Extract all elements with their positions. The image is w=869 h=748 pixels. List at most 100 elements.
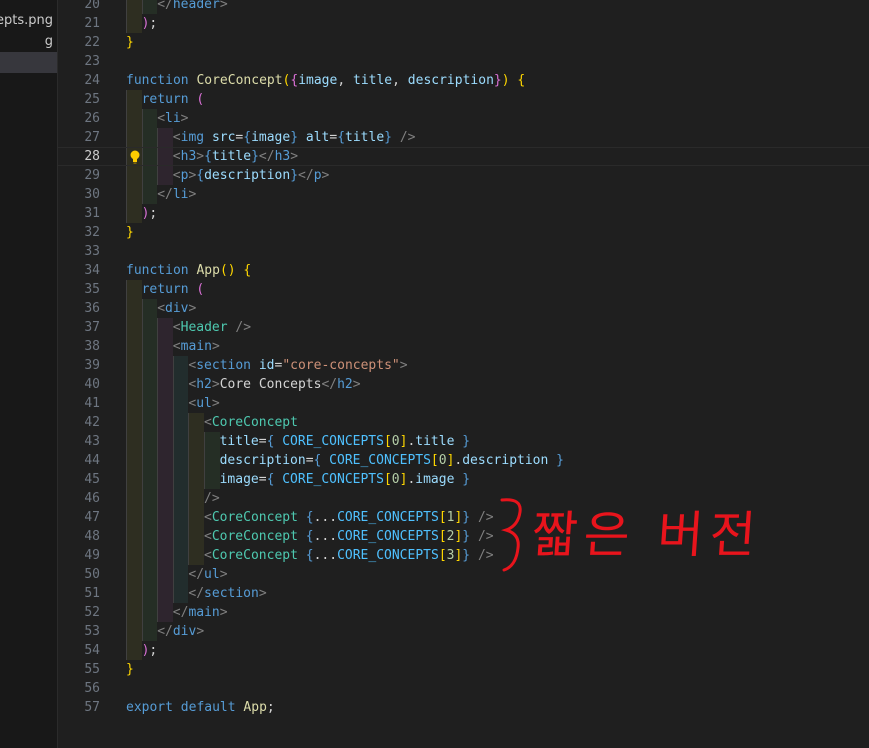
code-text[interactable]: <section id="core-concepts"> — [188, 356, 407, 375]
code-text[interactable]: </li> — [157, 185, 196, 204]
code-line[interactable]: 36 <div> — [58, 299, 869, 318]
code-line[interactable]: 24 function CoreConcept({image, title, de… — [58, 71, 869, 90]
code-line[interactable]: 56 — [58, 679, 869, 698]
code-token: () — [219, 263, 236, 278]
code-line[interactable]: 38 <main> — [58, 337, 869, 356]
code-line[interactable]: 22} — [58, 33, 869, 52]
code-text[interactable]: return ( — [142, 90, 205, 109]
code-token: } — [384, 130, 392, 145]
code-line[interactable]: 37 <Header /> — [58, 318, 869, 337]
code-line[interactable]: 57 export default App; — [58, 698, 869, 717]
code-line[interactable]: 35 return ( — [58, 280, 869, 299]
handwritten-annotation: 짧은 버전 — [492, 490, 764, 590]
line-number: 33 — [84, 244, 100, 259]
code-text[interactable]: description={ CORE_CONCEPTS[0].descripti… — [220, 451, 564, 470]
code-line[interactable]: 39 <section id="core-concepts"> — [58, 356, 869, 375]
code-line[interactable]: 20 </header> — [58, 0, 869, 14]
code-line[interactable]: 52 </main> — [58, 603, 869, 622]
code-text[interactable]: </header> — [157, 0, 227, 14]
code-line[interactable]: 27 <img src={image} alt={title} /> — [58, 128, 869, 147]
code-text[interactable]: <CoreConcept — [204, 413, 298, 432]
code-text[interactable]: export default App; — [126, 698, 275, 717]
code-token: = — [258, 434, 267, 449]
code-token: </ — [157, 0, 173, 12]
code-token: } — [290, 168, 299, 183]
code-token: </ — [172, 605, 189, 620]
code-text[interactable]: <Header /> — [173, 318, 251, 337]
code-text[interactable]: ); — [142, 641, 158, 660]
code-text[interactable]: <li> — [157, 109, 188, 128]
code-line[interactable]: 28 <h3>{title}</h3> — [58, 147, 869, 166]
code-text[interactable]: <ul> — [188, 394, 219, 413]
lightbulb-icon[interactable] — [128, 149, 142, 165]
code-text[interactable]: <img src={image} alt={title} /> — [173, 128, 416, 147]
code-line[interactable]: 23 — [58, 52, 869, 71]
line-number: 29 — [84, 168, 100, 183]
code-line[interactable]: 40 <h2>Core Concepts</h2> — [58, 375, 869, 394]
code-text[interactable]: image={ CORE_CONCEPTS[0].image } — [220, 470, 470, 489]
code-line[interactable]: 33 — [58, 242, 869, 261]
code-token: /> — [204, 491, 220, 506]
code-text[interactable]: <main> — [173, 337, 220, 356]
code-text[interactable]: } — [126, 223, 134, 242]
code-text[interactable]: } — [126, 33, 134, 52]
code-line[interactable]: 43 title={ CORE_CONCEPTS[0].title } — [58, 432, 869, 451]
code-text[interactable]: <h3>{title}</h3> — [173, 148, 298, 165]
code-text[interactable]: <CoreConcept {...CORE_CONCEPTS[1]} /> — [204, 508, 494, 527]
code-line[interactable]: 32} — [58, 223, 869, 242]
code-token: description — [219, 453, 306, 468]
code-line[interactable]: 26 <li> — [58, 109, 869, 128]
code-text[interactable]: return ( — [142, 280, 205, 299]
code-line[interactable]: 21); — [58, 14, 869, 33]
explorer-file-item[interactable]: g — [0, 31, 57, 52]
code-token: } — [556, 453, 564, 468]
code-text[interactable]: </section> — [188, 584, 266, 603]
code-token: [ — [383, 434, 392, 449]
code-line[interactable]: 30 </li> — [58, 185, 869, 204]
code-token: div — [172, 624, 197, 639]
code-token: header — [172, 0, 220, 12]
code-text[interactable]: </div> — [157, 622, 204, 641]
code-token: > — [211, 396, 220, 411]
explorer-file-item-selected[interactable] — [0, 52, 57, 73]
code-line[interactable]: 44 description={ CORE_CONCEPTS[0].descrip… — [58, 451, 869, 470]
code-token: [ — [438, 510, 447, 525]
code-text[interactable]: </ul> — [188, 565, 227, 584]
code-text[interactable]: function App() { — [126, 261, 251, 280]
code-text[interactable]: function CoreConcept({image, title, desc… — [126, 71, 525, 90]
code-line[interactable]: 45 image={ CORE_CONCEPTS[0].image } — [58, 470, 869, 489]
code-line[interactable]: 55} — [58, 660, 869, 679]
line-number: 42 — [84, 415, 100, 430]
line-number: 56 — [84, 681, 100, 696]
explorer-file-item[interactable]: cepts.png — [0, 10, 57, 31]
code-line[interactable]: 54); — [58, 641, 869, 660]
code-token: [ — [438, 548, 447, 563]
code-token: alt — [305, 130, 330, 145]
code-text[interactable]: ); — [142, 204, 158, 223]
code-text[interactable]: /> — [204, 489, 220, 508]
code-line[interactable]: 53 </div> — [58, 622, 869, 641]
code-text[interactable]: <p>{description}</p> — [173, 166, 330, 185]
code-line[interactable]: 41 <ul> — [58, 394, 869, 413]
code-text[interactable]: title={ CORE_CONCEPTS[0].title } — [220, 432, 470, 451]
code-text[interactable]: </main> — [173, 603, 228, 622]
code-text[interactable]: ); — [142, 14, 158, 33]
code-editor[interactable]: 20 </header> 21); 22} 23 24 function CoreConce… — [58, 0, 869, 748]
code-token: > — [211, 339, 220, 354]
line-number: 45 — [84, 472, 100, 487]
code-text[interactable]: <CoreConcept {...CORE_CONCEPTS[3]} /> — [204, 546, 494, 565]
code-text[interactable]: <CoreConcept {...CORE_CONCEPTS[2]} /> — [204, 527, 494, 546]
code-token: h3 — [180, 149, 197, 164]
code-token: { — [196, 168, 205, 183]
code-line[interactable]: 34 function App() { — [58, 261, 869, 280]
code-text[interactable]: <h2>Core Concepts</h2> — [188, 375, 360, 394]
code-line[interactable]: 31); — [58, 204, 869, 223]
code-line[interactable]: 42 <CoreConcept — [58, 413, 869, 432]
code-line[interactable]: 29 <p>{description}</p> — [58, 166, 869, 185]
code-text[interactable]: } — [126, 660, 134, 679]
code-line[interactable]: 25 return ( — [58, 90, 869, 109]
code-token: image — [415, 472, 455, 487]
code-text[interactable]: <div> — [157, 299, 196, 318]
